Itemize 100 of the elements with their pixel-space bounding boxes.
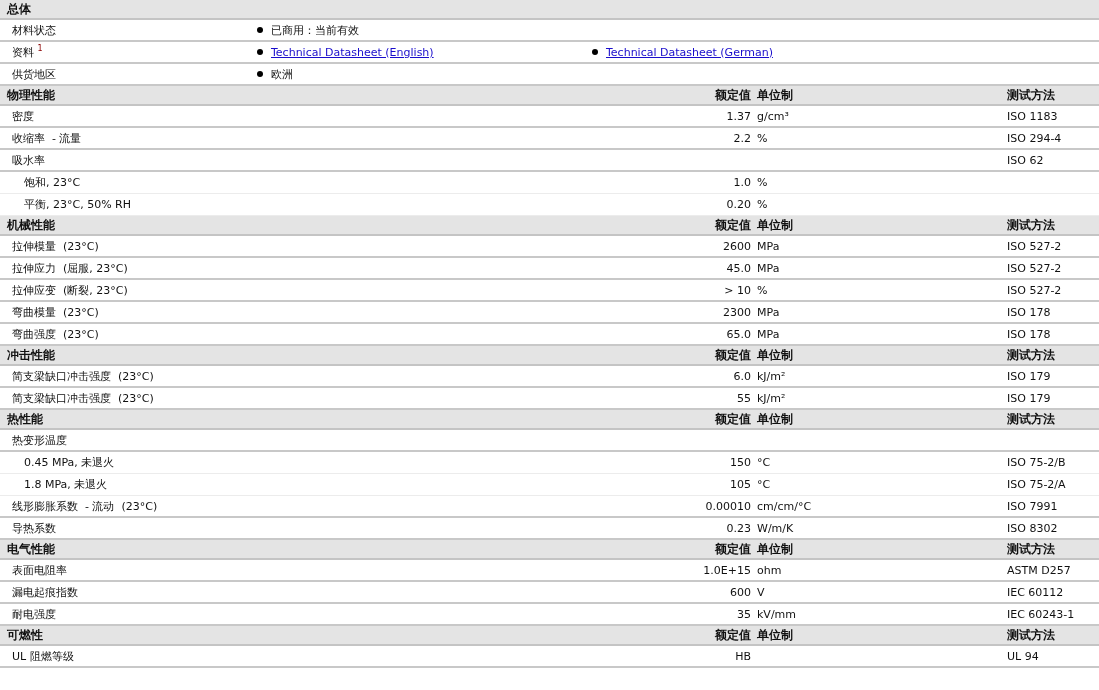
property-value: 1.37 [726,109,751,123]
bullet-icon [257,49,263,55]
property-unit: % [756,283,768,297]
property-unit: cm/cm/°C [756,499,812,513]
column-header: 单位制 [756,86,793,104]
bullet-icon [257,71,263,77]
property-unit: g/cm³ [756,109,789,123]
test-method: ISO 179 [1007,391,1051,405]
test-method: ISO 62 [1007,153,1044,167]
property-value: > 10 [724,283,751,297]
property-unit: kJ/m² [756,391,786,405]
property-unit: °C [756,456,771,469]
column-header: 额定值 [715,346,751,364]
test-method: IEC 60243-1 [1007,607,1075,621]
column-header: 测试方法 [1007,626,1055,644]
test-method: ISO 75-2/A [1007,478,1066,491]
section-title: 总体 [5,0,31,18]
property-unit: kV/mm [756,607,797,621]
column-header: 测试方法 [1007,216,1055,234]
property-unit: MPa [756,327,780,341]
column-header: 额定值 [715,86,751,104]
property-name: 密度 [11,108,34,124]
section-title: 机械性能 [6,216,55,234]
test-method: ISO 179 [1007,369,1051,383]
property-name: 导热系数 [11,520,56,536]
section-title: 电气性能 [6,540,55,558]
property-name: 拉伸应变 (断裂, 23°C) [11,282,128,298]
property-unit: V [756,585,765,599]
section-title: 冲击性能 [6,346,55,364]
property-name: 弯曲强度 (23°C) [11,326,99,342]
property-name: 漏电起痕指数 [11,584,78,600]
column-header: 单位制 [756,410,793,428]
column-header: 测试方法 [1007,346,1055,364]
test-method: UL 94 [1007,649,1039,663]
property-unit: % [756,198,768,211]
test-method: ASTM D257 [1007,563,1071,577]
property-value: 2.2 [733,131,751,145]
property-name: 拉伸应力 (屈服, 23°C) [11,260,128,276]
property-unit: % [756,131,768,145]
section-title: 物理性能 [6,86,55,104]
column-header: 测试方法 [1007,410,1055,428]
column-header: 额定值 [715,216,751,234]
bullet-icon [257,27,263,33]
property-unit: °C [756,478,771,491]
property-unit: ohm [756,563,782,577]
field-label: 资料 $^{1}$ [11,44,43,60]
property-name: 饱和, 23°C [23,175,81,190]
test-method: ISO 527-2 [1007,261,1062,275]
property-name: 表面电阻率 [11,562,67,578]
test-method: ISO 75-2/B [1007,456,1066,469]
property-value: 45.0 [726,261,751,275]
property-value: 1.0 [733,176,751,189]
property-unit: W/m/K [756,521,794,535]
property-value: 35 [737,607,751,621]
property-name: 拉伸模量 (23°C) [11,238,99,254]
datasheet-link[interactable]: Technical Datasheet (English) [271,45,434,59]
property-name: 线形膨胀系数 - 流动 (23°C) [11,498,158,514]
column-header: 测试方法 [1007,540,1055,558]
property-value: 0.00010 [705,499,751,513]
field-label: 材料状态 [11,22,56,38]
property-unit: kJ/m² [756,369,786,383]
test-method: ISO 1183 [1007,109,1058,123]
property-unit: MPa [756,239,780,253]
property-name: 热变形温度 [11,432,67,448]
property-name: 0.45 MPa, 未退火 [23,455,115,470]
property-name: 简支梁缺口冲击强度 (23°C) [11,368,154,384]
property-name: 1.8 MPa, 未退火 [23,477,108,492]
column-header: 额定值 [715,410,751,428]
property-value: 600 [730,585,751,599]
property-value: 55 [737,391,751,405]
property-value: 1.0E+15 [703,563,751,577]
property-name: 耐电强度 [11,606,56,622]
test-method: ISO 294-4 [1007,131,1062,145]
datasheet-link[interactable]: Technical Datasheet (German) [606,45,773,59]
column-header: 额定值 [715,540,751,558]
property-name: UL 阻燃等级 [11,648,74,664]
property-value: 6.0 [733,369,751,383]
test-method: ISO 527-2 [1007,283,1062,297]
test-method: ISO 178 [1007,327,1051,341]
property-name: 简支梁缺口冲击强度 (23°C) [11,390,154,406]
property-value: 150 [730,456,751,469]
property-name: 吸水率 [11,152,45,168]
property-unit: MPa [756,305,780,319]
column-header: 单位制 [756,216,793,234]
property-value: HB [735,649,751,663]
column-header: 单位制 [756,346,793,364]
property-name: 收缩率 - 流量 [11,130,82,146]
property-value: 105 [730,478,751,491]
test-method: ISO 527-2 [1007,239,1062,253]
property-name: 弯曲模量 (23°C) [11,304,99,320]
property-value: 0.20 [726,198,751,211]
test-method: IEC 60112 [1007,585,1064,599]
property-value: 65.0 [726,327,751,341]
section-title: 可燃性 [6,626,43,644]
section-title: 热性能 [6,410,43,428]
test-method: ISO 8302 [1007,521,1058,535]
property-value: 0.23 [726,521,751,535]
column-header: 测试方法 [1007,86,1055,104]
column-header: 单位制 [756,540,793,558]
column-header: 单位制 [756,626,793,644]
